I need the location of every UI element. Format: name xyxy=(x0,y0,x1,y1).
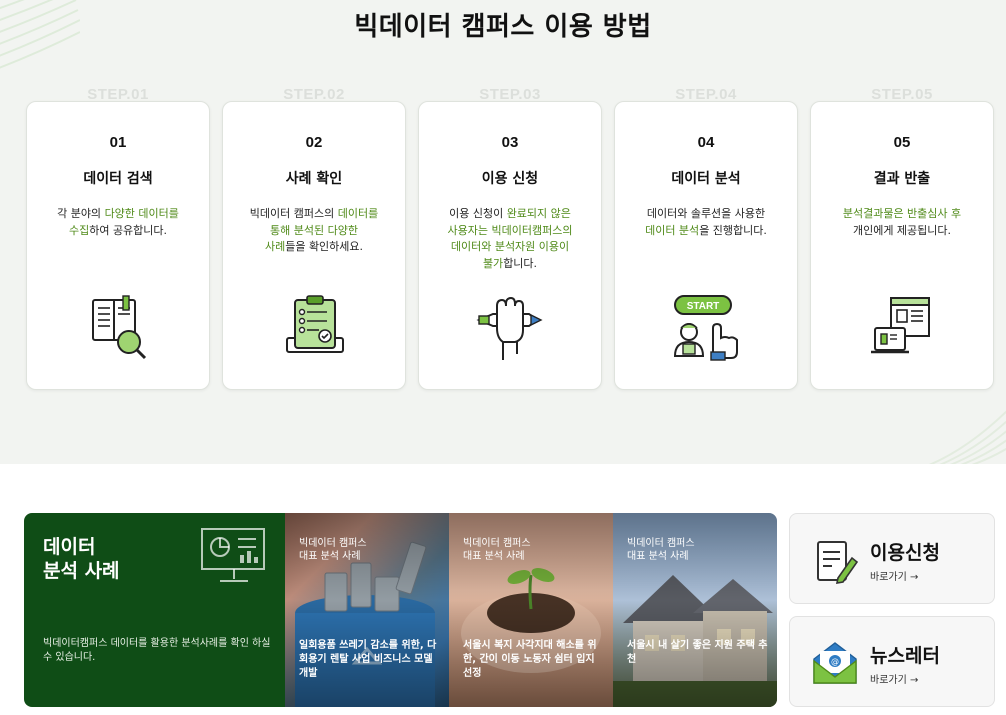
apply-link[interactable]: 바로가기 → xyxy=(870,568,918,583)
step-description: 데이터와 솔루션을 사용한데이터 분석을 진행합니다. xyxy=(621,206,791,239)
dashboard-chart-icon xyxy=(201,528,265,582)
case-title: 서울시 복지 사각지대 해소를 위한, 간이 이동 노동자 쉼터 입지 선정 xyxy=(463,640,597,679)
step-card-cases: 02 사례 확인 빅데이터 캠퍼스의 데이터를 통해 분석된 다양한 사례들을 확인… xyxy=(222,101,406,390)
step-name: 이용 신청 xyxy=(481,171,539,187)
document-pen-icon xyxy=(817,541,859,584)
newsletter-shortcut[interactable]: @ 뉴스레터 바로가기 → xyxy=(789,616,995,707)
step-description: 빅데이터 캠퍼스의 데이터를 통해 분석된 다양한 사례들을 확인하세요. xyxy=(229,206,399,256)
monitor-export-icon xyxy=(871,297,930,354)
case-title: 서울시 내 살기 좋은 지원 주택 추천 xyxy=(627,640,768,665)
step-name: 데이터 검색 xyxy=(83,171,153,187)
step-card-apply: 03 이용 신청 이용 신청이 완료되지 않은 사용자는 빅데이터캠퍼스의 데이터와… xyxy=(418,101,602,390)
step-card-export: 05 결과 반출 분석결과물은 반출심사 후개인에게 제공됩니다. xyxy=(810,101,994,390)
apply-title: 이용신청 xyxy=(870,542,940,564)
description-line: 통해 분석된 다양한 xyxy=(229,223,399,240)
step-description: 이용 신청이 완료되지 않은 사용자는 빅데이터캠퍼스의 데이터와 분석자원 이용이… xyxy=(425,206,595,272)
case-label: 빅데이터 캠퍼스 대표 분석 사례 xyxy=(299,538,367,562)
highlight-text: 사례 xyxy=(264,240,286,253)
plain-text: 빅데이터 캠퍼스의 xyxy=(249,207,338,220)
description-line: 불가합니다. xyxy=(425,256,595,273)
step-name: 결과 반출 xyxy=(873,171,931,187)
description-line: 수집하여 공유합니다. xyxy=(33,223,203,240)
svg-text:@: @ xyxy=(831,657,839,666)
step-description: 분석결과물은 반출심사 후개인에게 제공됩니다. xyxy=(817,206,987,239)
page-title: 빅데이터 캠퍼스 이용 방법 xyxy=(354,12,652,42)
highlight-text: 분석결과물은 반출심사 후 xyxy=(842,207,962,220)
start-text: START xyxy=(687,301,720,312)
description-line: 빅데이터 캠퍼스의 데이터를 xyxy=(229,206,399,223)
plain-text: 개인에게 제공됩니다. xyxy=(852,223,952,237)
clipboard-checklist-icon xyxy=(286,295,344,353)
highlight-text: 데이터와 분석자원 이용이 xyxy=(450,240,570,253)
description-line: 개인에게 제공됩니다. xyxy=(817,223,987,240)
step-card-analysis: 04 데이터 분석 데이터와 솔루션을 사용한 데이터 분석을 진행합니다. ST… xyxy=(614,101,798,390)
highlight-text: 사용자는 빅데이터캠퍼스의 xyxy=(447,223,573,237)
step-number: 02 xyxy=(305,134,323,151)
start-click-icon: START xyxy=(673,295,738,361)
description-line: 사례들을 확인하세요. xyxy=(229,239,399,256)
analysis-cases-panel: 데이터 분석 사례 빅데이터캠퍼스 데이터를 활용한 분석사례를 확인 하실 수… xyxy=(24,513,777,707)
plain-text: 합니다. xyxy=(503,256,538,270)
step-description: 각 분야의 다양한 데이터를 수집하여 공유합니다. xyxy=(33,206,203,239)
case-title: 일회용품 쓰레기 감소를 위한, 다회용기 렌탈 사업 비즈니스 모델 개발 xyxy=(299,640,437,679)
cases-description: 빅데이터캠퍼스 데이터를 활용한 분석사례를 확인 하실 수 있습니다. xyxy=(43,638,271,663)
plain-text: 들을 확인하세요. xyxy=(285,240,364,253)
highlight-text: 데이터 분석 xyxy=(645,223,700,237)
step-number: 03 xyxy=(501,134,519,151)
book-search-icon xyxy=(92,295,147,360)
description-line: 이용 신청이 완료되지 않은 xyxy=(425,206,595,223)
highlight-text: 데이터를 xyxy=(337,207,379,220)
cases-title: 데이터 분석 사례 xyxy=(43,536,120,582)
newsletter-title: 뉴스레터 xyxy=(870,645,940,667)
highlight-text: 완료되지 않은 xyxy=(506,207,571,220)
email-envelope-icon: @ xyxy=(813,642,857,684)
description-line: 데이터와 분석자원 이용이 xyxy=(425,239,595,256)
highlight-text: 다양한 데이터를 xyxy=(104,207,179,220)
plain-text: 하여 공유합니다. xyxy=(89,223,168,237)
highlight-text: 수집 xyxy=(68,223,90,237)
highlight-text: 통해 분석된 다양한 xyxy=(270,223,358,237)
step-name: 사례 확인 xyxy=(285,171,343,187)
description-line: 사용자는 빅데이터캠퍼스의 xyxy=(425,223,595,240)
case-label: 빅데이터 캠퍼스 대표 분석 사례 xyxy=(627,538,695,562)
plain-text: 이용 신청이 xyxy=(449,207,507,220)
description-line: 데이터 분석을 진행합니다. xyxy=(621,223,791,240)
step-number: 04 xyxy=(697,134,715,151)
plain-text: 각 분야의 xyxy=(57,207,105,220)
step-number: 01 xyxy=(109,134,127,151)
step-name: 데이터 분석 xyxy=(671,171,741,187)
case-label: 빅데이터 캠퍼스 대표 분석 사례 xyxy=(463,538,531,562)
case-card[interactable]: 빅데이터 캠퍼스 대표 분석 사례 서울시 복지 사각지대 해소를 위한, 간이… xyxy=(449,513,613,707)
description-line: 각 분야의 다양한 데이터를 xyxy=(33,206,203,223)
step-number: 05 xyxy=(893,134,911,151)
newsletter-link[interactable]: 바로가기 → xyxy=(870,671,918,686)
step-card-search: 01 데이터 검색 각 분야의 다양한 데이터를 수집하여 공유합니다. xyxy=(26,101,210,390)
plain-text: 을 진행합니다. xyxy=(699,223,767,237)
case-card[interactable]: 빅데이터 캠퍼스 대표 분석 사례 서울시 내 살기 좋은 지원 주택 추천 xyxy=(613,513,777,707)
plain-text: 데이터와 솔루션을 사용한 xyxy=(646,207,766,220)
usage-guide-section: 빅데이터 캠퍼스 이용 방법 STEP.01 STEP.02 STEP.03 S… xyxy=(0,0,1006,464)
highlight-text: 불가 xyxy=(482,256,504,270)
description-line: 데이터와 솔루션을 사용한 xyxy=(621,206,791,223)
case-card[interactable]: 빅데이터 캠퍼스 대표 분석 사례 일회용품 쓰레기 감소를 위한, 다회용기 … xyxy=(285,513,449,707)
cases-intro[interactable]: 데이터 분석 사례 빅데이터캠퍼스 데이터를 활용한 분석사례를 확인 하실 수… xyxy=(24,513,285,707)
hand-pen-icon xyxy=(476,296,543,360)
apply-shortcut[interactable]: 이용신청 바로가기 → xyxy=(789,513,995,604)
description-line: 분석결과물은 반출심사 후 xyxy=(817,206,987,223)
